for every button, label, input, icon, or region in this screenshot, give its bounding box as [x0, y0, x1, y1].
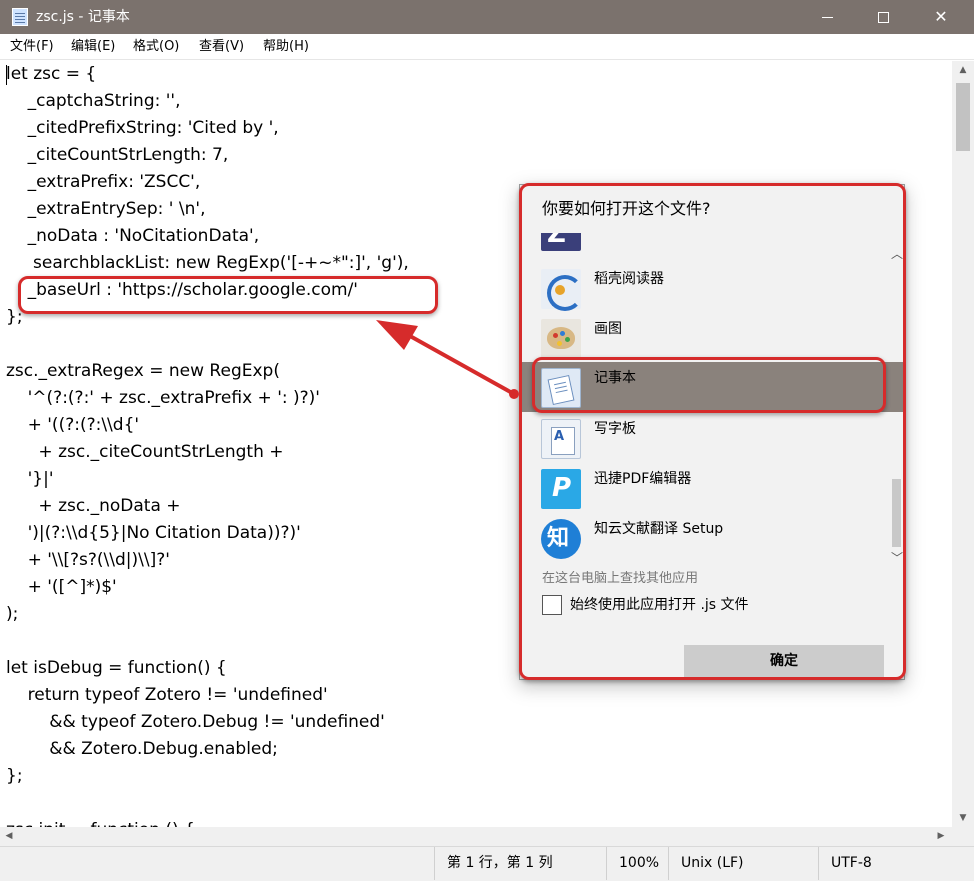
code-line: let isDebug = function() {: [6, 658, 227, 678]
zoom-level: 100%: [606, 847, 668, 880]
code-line: };: [6, 766, 23, 786]
code-line: + '\\[?s?(\\d|)\\]?': [6, 550, 170, 570]
close-icon: ✕: [934, 7, 948, 26]
code-line: );: [6, 604, 19, 624]
code-line: '}|': [6, 469, 54, 489]
code-line: zsc.init = function () {: [6, 817, 195, 827]
code-line: + zsc._citeCountStrLength +: [6, 442, 284, 462]
notepad-app-icon: [12, 8, 28, 26]
code-line: ')|(?:\\d{5}|No Citation Data))?)': [6, 523, 301, 543]
code-line: _captchaString: '',: [6, 91, 181, 111]
menu-help[interactable]: 帮助(H): [263, 39, 309, 55]
vertical-scroll-thumb[interactable]: [956, 83, 970, 151]
scrollbar-corner: [952, 827, 974, 846]
code-line: zsc._extraRegex = new RegExp(: [6, 361, 280, 381]
cursor-position: 第 1 行，第 1 列: [434, 847, 606, 880]
line-ending: Unix (LF): [668, 847, 818, 880]
close-button[interactable]: ✕: [918, 0, 964, 34]
code-line: && Zotero.Debug.enabled;: [6, 739, 278, 759]
code-line: '^(?:(?:' + zsc._extraPrefix + ': )?)': [6, 388, 320, 408]
minimize-icon: [821, 17, 833, 18]
code-line: return typeof Zotero != 'undefined': [6, 685, 328, 705]
code-line: + '((?:(?:\\d{': [6, 415, 140, 435]
code-line: + zsc._noData +: [6, 496, 181, 516]
code-line: + '([^]*)$': [6, 577, 117, 597]
code-line: searchblackList: new RegExp('[-+~*":]', …: [6, 253, 409, 273]
menu-view[interactable]: 查看(V): [199, 39, 244, 55]
annotation-box-base-url: [18, 276, 438, 314]
maximize-icon: [877, 12, 889, 23]
minimize-button[interactable]: [804, 0, 850, 34]
code-line: _citeCountStrLength: 7,: [6, 145, 229, 165]
scroll-left-icon[interactable]: ◀: [0, 827, 18, 846]
code-line: _noData : 'NoCitationData',: [6, 226, 260, 246]
code-line: && typeof Zotero.Debug != 'undefined': [6, 712, 385, 732]
code-line: _extraPrefix: 'ZSCC',: [6, 172, 201, 192]
annotation-box-dialog: [519, 183, 906, 680]
maximize-button[interactable]: [860, 0, 906, 34]
status-bar: 第 1 行，第 1 列 100% Unix (LF) UTF-8: [0, 846, 974, 881]
encoding: UTF-8: [818, 847, 974, 880]
window-title: zsc.js - 记事本: [36, 9, 130, 25]
code-line: _citedPrefixString: 'Cited by ',: [6, 118, 279, 138]
annotation-box-notepad: [532, 357, 886, 413]
menu-file[interactable]: 文件(F): [10, 39, 54, 55]
code-line: let zsc = {: [6, 64, 97, 84]
horizontal-scrollbar[interactable]: ◀ ▶: [0, 827, 952, 846]
menu-edit[interactable]: 编辑(E): [71, 39, 115, 55]
code-line: _extraEntrySep: ' \n',: [6, 199, 206, 219]
menu-format[interactable]: 格式(O): [133, 39, 179, 55]
title-bar: zsc.js - 记事本 ✕: [0, 0, 974, 34]
menu-bar: 文件(F) 编辑(E) 格式(O) 查看(V) 帮助(H): [0, 34, 974, 60]
scroll-up-icon[interactable]: ▲: [952, 61, 974, 79]
vertical-scrollbar[interactable]: ▲ ▼: [952, 61, 974, 827]
scroll-right-icon[interactable]: ▶: [932, 827, 950, 846]
scroll-down-icon[interactable]: ▼: [952, 809, 974, 827]
